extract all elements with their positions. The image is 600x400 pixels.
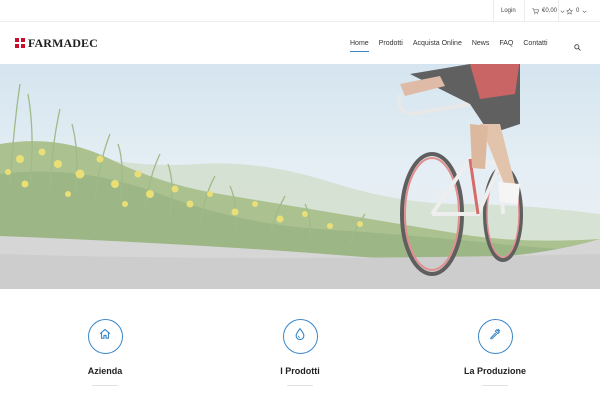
brand-logo[interactable]: FARMADEC xyxy=(15,36,98,50)
feature-title: La Produzione xyxy=(463,366,526,376)
pipette-icon xyxy=(488,327,502,346)
divider xyxy=(482,385,508,386)
nav-label: Contatti xyxy=(523,39,548,47)
feature-produzione: La Produzione xyxy=(415,319,575,386)
nav-item-faq[interactable]: FAQ xyxy=(499,22,513,64)
nav-item-news[interactable]: News xyxy=(472,22,490,64)
login-label: Login xyxy=(501,8,516,14)
star-icon xyxy=(566,7,573,15)
main-nav: Home Prodotti Acquista Online News FAQ C… xyxy=(350,22,558,64)
nav-item-contatti[interactable]: Contatti xyxy=(523,22,547,64)
chevron-down-icon xyxy=(582,9,587,14)
cross-logo-icon xyxy=(15,38,25,48)
feature-title: I Prodotti xyxy=(280,366,320,376)
features-section: Azienda I Prodotti La Produzione xyxy=(0,289,600,400)
home-icon xyxy=(98,327,112,346)
feature-prodotti: I Prodotti xyxy=(220,319,380,386)
brand-name: FARMADEC xyxy=(28,35,98,50)
wishlist-dropdown[interactable]: 0 xyxy=(558,0,600,22)
feature-icon-button[interactable] xyxy=(477,319,513,354)
nav-label: Prodotti xyxy=(378,39,403,47)
feature-azienda: Azienda xyxy=(25,319,185,386)
divider xyxy=(92,385,118,386)
hero-overlay xyxy=(0,64,600,289)
nav-item-prodotti[interactable]: Prodotti xyxy=(379,22,403,64)
nav-label: News xyxy=(471,39,490,47)
cart-icon xyxy=(532,7,539,15)
feature-title: Azienda xyxy=(87,366,123,376)
divider xyxy=(287,385,313,386)
nav-item-acquista-online[interactable]: Acquista Online xyxy=(413,22,462,64)
nav-label: Home xyxy=(350,39,369,47)
wishlist-count: 0 xyxy=(576,8,580,14)
search-icon[interactable] xyxy=(574,38,584,51)
nav-item-home[interactable]: Home xyxy=(350,22,369,64)
cart-dropdown[interactable]: €0,00 xyxy=(524,0,565,22)
feature-icon-button[interactable] xyxy=(282,319,318,354)
hero-banner-image xyxy=(0,64,600,289)
top-utility-bar: Login €0,00 0 xyxy=(0,0,600,22)
drop-icon xyxy=(293,327,307,346)
cart-total: €0,00 xyxy=(542,8,558,14)
nav-label: FAQ xyxy=(499,39,514,47)
site-header: FARMADEC Home Prodotti Acquista Online N… xyxy=(0,22,600,64)
nav-label: Acquista Online xyxy=(412,39,462,47)
login-link[interactable]: Login xyxy=(493,0,524,22)
feature-icon-button[interactable] xyxy=(87,319,123,354)
